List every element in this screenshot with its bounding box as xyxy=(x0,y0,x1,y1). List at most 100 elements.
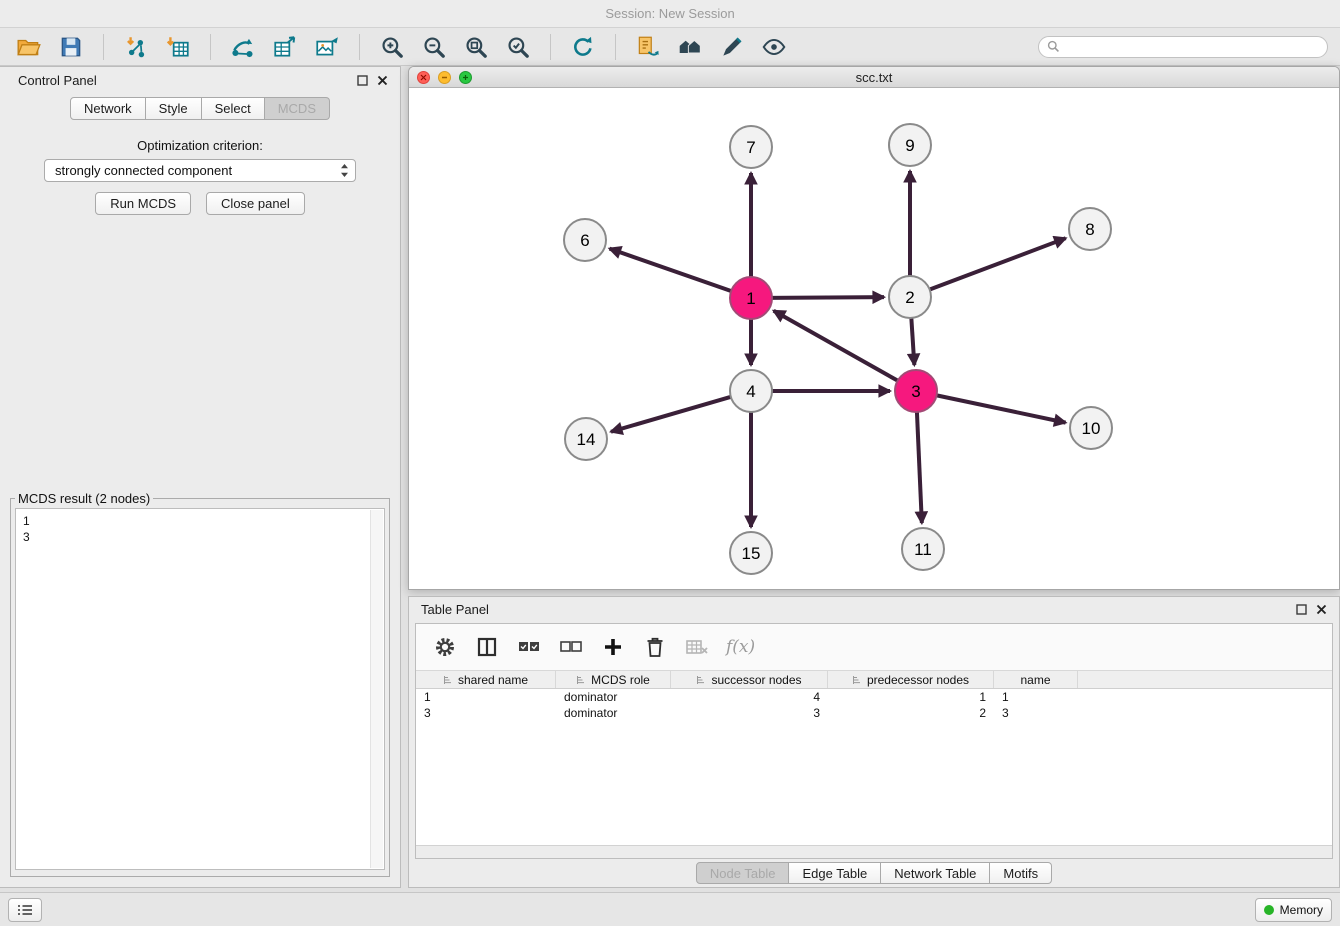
graph-edge[interactable] xyxy=(917,411,922,523)
tab-node-table[interactable]: Node Table xyxy=(696,862,790,884)
graph-edge[interactable] xyxy=(771,297,884,298)
table-header-row: shared name MCDS role successor nodes pr… xyxy=(416,670,1332,689)
table-cell[interactable]: 1 xyxy=(994,690,1078,704)
save-session-button[interactable] xyxy=(54,32,88,62)
graph-node[interactable]: 9 xyxy=(889,124,931,166)
graph-edge[interactable] xyxy=(774,311,899,381)
column-header-mcds-role[interactable]: MCDS role xyxy=(556,671,671,688)
main-toolbar xyxy=(0,28,1340,66)
close-panel-icon[interactable] xyxy=(377,75,388,86)
table-cell[interactable]: dominator xyxy=(556,706,671,720)
graph-node[interactable]: 1 xyxy=(730,277,772,319)
search-field[interactable] xyxy=(1038,36,1328,58)
svg-text:3: 3 xyxy=(911,382,920,401)
table-cell[interactable]: 4 xyxy=(671,690,828,704)
tab-network[interactable]: Network xyxy=(70,97,146,120)
delete-columns-button[interactable] xyxy=(684,634,710,660)
criterion-dropdown[interactable]: strongly connected component xyxy=(44,159,356,182)
graph-node[interactable]: 6 xyxy=(564,219,606,261)
close-panel-button[interactable]: Close panel xyxy=(206,192,305,215)
tab-style[interactable]: Style xyxy=(146,97,202,120)
minimize-icon xyxy=(441,74,448,81)
result-scrollbar[interactable] xyxy=(370,510,383,868)
close-window-button[interactable] xyxy=(417,71,430,84)
graph-node[interactable]: 11 xyxy=(902,528,944,570)
zoom-fit-button[interactable] xyxy=(459,32,493,62)
toggle-panels-button[interactable] xyxy=(8,898,42,922)
float-panel-icon[interactable] xyxy=(1296,604,1307,615)
apply-layout-button[interactable] xyxy=(566,32,600,62)
graph-node[interactable]: 2 xyxy=(889,276,931,318)
network-graph[interactable]: 7 9 6 8 1 2 4 3 14 10 15 11 xyxy=(409,88,1339,589)
delete-rows-button[interactable] xyxy=(642,634,668,660)
graph-edge[interactable] xyxy=(929,238,1066,290)
table-cell[interactable]: 1 xyxy=(828,690,994,704)
graph-edge[interactable] xyxy=(911,317,914,365)
tab-edge-table[interactable]: Edge Table xyxy=(789,862,881,884)
tab-mcds[interactable]: MCDS xyxy=(265,97,330,120)
tab-network-table[interactable]: Network Table xyxy=(881,862,990,884)
svg-text:4: 4 xyxy=(746,382,755,401)
float-panel-icon[interactable] xyxy=(357,75,368,86)
mcds-result-list[interactable]: 1 3 xyxy=(15,508,385,870)
column-header-successor-nodes[interactable]: successor nodes xyxy=(671,671,828,688)
dropdown-stepper-icon xyxy=(340,163,349,178)
close-panel-icon[interactable] xyxy=(1316,604,1327,615)
export-image-icon xyxy=(314,34,340,60)
export-table-icon xyxy=(272,34,298,60)
function-builder-button[interactable]: f(x) xyxy=(726,637,755,657)
graph-node[interactable]: 14 xyxy=(565,418,607,460)
zoom-window-button[interactable] xyxy=(459,71,472,84)
export-image-button[interactable] xyxy=(310,32,344,62)
import-network-button[interactable] xyxy=(119,32,153,62)
select-all-rows-button[interactable] xyxy=(516,634,542,660)
home-button[interactable] xyxy=(673,32,707,62)
graph-node[interactable]: 15 xyxy=(730,532,772,574)
graph-node[interactable]: 7 xyxy=(730,126,772,168)
zoom-in-button[interactable] xyxy=(375,32,409,62)
column-header-shared-name[interactable]: shared name xyxy=(416,671,556,688)
table-cell[interactable]: 1 xyxy=(416,690,556,704)
minimize-window-button[interactable] xyxy=(438,71,451,84)
export-table-button[interactable] xyxy=(268,32,302,62)
graph-edge[interactable] xyxy=(610,249,733,292)
table-cell[interactable]: 3 xyxy=(671,706,828,720)
tab-select[interactable]: Select xyxy=(202,97,265,120)
table-cell[interactable]: 3 xyxy=(416,706,556,720)
graph-edge[interactable] xyxy=(936,395,1066,422)
import-table-button[interactable] xyxy=(161,32,195,62)
create-column-button[interactable] xyxy=(600,634,626,660)
graph-node[interactable]: 10 xyxy=(1070,407,1112,449)
memory-button[interactable]: Memory xyxy=(1255,898,1332,922)
graph-node[interactable]: 3 xyxy=(895,370,937,412)
open-session-button[interactable] xyxy=(12,32,46,62)
export-network-button[interactable] xyxy=(226,32,260,62)
zoom-out-button[interactable] xyxy=(417,32,451,62)
table-settings-button[interactable] xyxy=(432,634,458,660)
show-hide-graphics-button[interactable] xyxy=(757,32,791,62)
create-network-from-selection-button[interactable] xyxy=(631,32,665,62)
table-cell[interactable]: 3 xyxy=(994,706,1078,720)
import-table-icon xyxy=(165,34,191,60)
zoom-selected-button[interactable] xyxy=(501,32,535,62)
mcds-result-box: MCDS result (2 nodes) 1 3 xyxy=(10,491,390,877)
show-columns-button[interactable] xyxy=(474,634,500,660)
annotation-button[interactable] xyxy=(715,32,749,62)
control-panel-title: Control Panel xyxy=(18,73,97,88)
table-row[interactable]: 3 dominator 3 2 3 xyxy=(416,705,1332,721)
table-cell[interactable]: 2 xyxy=(828,706,994,720)
table-horizontal-scrollbar[interactable] xyxy=(416,845,1332,858)
deselect-all-rows-button[interactable] xyxy=(558,634,584,660)
table-row[interactable]: 1 dominator 4 1 1 xyxy=(416,689,1332,705)
table-cell[interactable]: dominator xyxy=(556,690,671,704)
column-header-name[interactable]: name xyxy=(994,671,1078,688)
graph-node[interactable]: 4 xyxy=(730,370,772,412)
export-network-icon xyxy=(230,34,256,60)
column-header-predecessor-nodes[interactable]: predecessor nodes xyxy=(828,671,994,688)
graph-edge[interactable] xyxy=(611,397,732,432)
tab-motifs[interactable]: Motifs xyxy=(990,862,1052,884)
run-mcds-button[interactable]: Run MCDS xyxy=(95,192,191,215)
search-input[interactable] xyxy=(1065,39,1319,55)
graph-node[interactable]: 8 xyxy=(1069,208,1111,250)
svg-text:15: 15 xyxy=(742,544,761,563)
